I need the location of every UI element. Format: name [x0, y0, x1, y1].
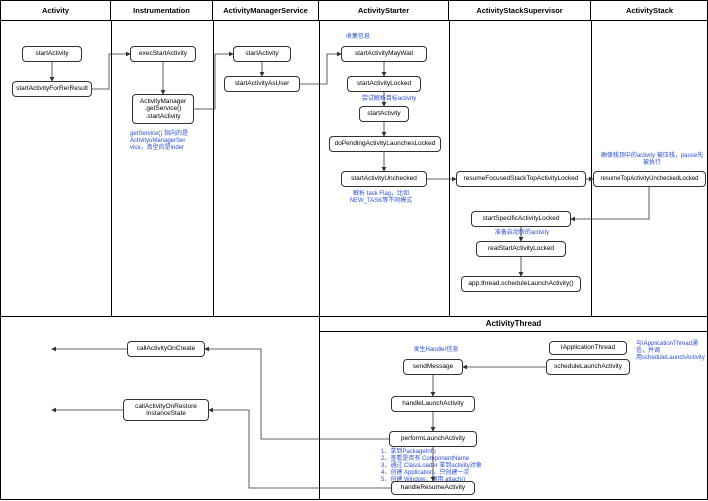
node-performlaunch: performLaunchActivity: [389, 431, 477, 447]
node-schedulelaunch: scheduleLaunchActivity: [546, 359, 630, 375]
ann-performlist: 1、拿到PackageInfo 2、查看是否有 ComponentName 3、…: [381, 449, 501, 483]
node-startactivity: startActivity: [22, 46, 82, 62]
node-starter-unchecked: startActivityUnchecked: [341, 171, 427, 187]
node-sup-appthread: app.thread.scheduleLaunchActivity(): [461, 276, 581, 292]
node-execstartactivity: execStartActivity: [130, 46, 196, 62]
ann-iat: 与IApplicationThread通信，并调 用scheduleLaunch…: [636, 341, 708, 362]
ann-taskflag: 解析 task Flag，比如 NEW_TASK等不同模式: [331, 191, 431, 205]
node-handleresume: handleResumeActivity: [391, 481, 475, 495]
node-iappthread: IApplicationThread: [549, 341, 627, 355]
node-am-getservice: ActivityManager .getService() .startActi…: [132, 94, 194, 124]
ann-ensurestack: 确保栈顶中的activity 被压栈，pause先 被执行: [598, 153, 706, 167]
col-stack: ActivityStack: [591, 1, 708, 21]
node-sendmessage: sendMessage: [403, 359, 463, 375]
node-stack-resumetop: resumeTopActivityUncheckedLocked: [593, 171, 706, 187]
node-starter-locked: startActivityLocked: [347, 76, 421, 92]
ann-handlermsg: 发生Handler信息: [406, 347, 466, 354]
node-sup-startspecific: startSpecificActivityLocked: [471, 211, 571, 227]
ann-preparenew: 准备启动新的activity: [477, 230, 567, 237]
node-sup-resumefocused: resumeFocusedStackTopActivityLocked: [456, 171, 586, 187]
col-supervisor: ActivityStackSupervisor: [449, 1, 591, 21]
node-ams-startactivityasuser: startActivityAsUser: [224, 76, 300, 92]
ann-collect: 收集信息: [333, 34, 383, 41]
ann-tryparse: 尝试解析目标activity: [349, 96, 429, 103]
col-activity: Activity: [1, 1, 111, 21]
col-ams: ActivityManagerService: [213, 1, 319, 21]
diagram-canvas: Activity Instrumentation ActivityManager…: [0, 0, 708, 500]
col-starter: ActivityStarter: [319, 1, 449, 21]
col-instrumentation: Instrumentation: [111, 1, 213, 21]
node-startactivityforresult: startActivityForRerResult: [12, 81, 92, 97]
node-starter-startactivity: startActivity: [359, 106, 409, 122]
ann-getservice: getService() 指向的是 ActivityuManagerSer vi…: [130, 131, 212, 152]
node-handlelaunch: handleLaunchActivity: [391, 396, 475, 412]
node-starter-maywait: startActivityMayWait: [341, 46, 427, 62]
node-sup-realstart: realStartActivityLocked: [476, 241, 566, 257]
node-callonrestore: callActivityOnRestore InstanceState: [123, 399, 209, 421]
node-ams-startactivity: startActivity: [233, 46, 291, 62]
node-starter-dopending: doPendingActivityLaunchesLocked: [329, 136, 441, 152]
node-calloncreate: callActivityOnCreate: [127, 341, 205, 357]
sub-header-activitythread: ActivityThread: [319, 319, 708, 328]
